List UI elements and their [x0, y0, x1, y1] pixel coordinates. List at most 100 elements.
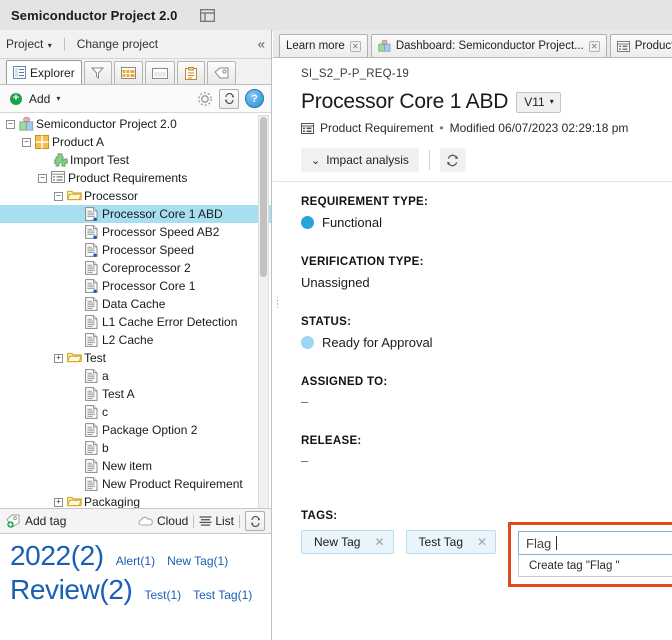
tab-product-requirement-label: Product Re — [635, 40, 672, 52]
plus-icon[interactable]: + — [10, 93, 22, 105]
field-tags: TAGS: New Tag ✕ Test Tag ✕ Flag — [301, 510, 672, 554]
tree-item-label: Coreprocessor 2 — [102, 261, 191, 275]
collapse-node-icon[interactable]: − — [38, 174, 47, 183]
cloud-view-button[interactable]: Cloud — [138, 514, 188, 528]
spacer — [301, 350, 672, 376]
requirements-icon — [301, 123, 314, 134]
puzzle-icon — [53, 153, 67, 167]
field-status: STATUS: Ready for Approval — [301, 316, 672, 350]
tree-item[interactable]: Processor Core 1 ABD — [0, 205, 271, 223]
tree-item-label: Data Cache — [102, 297, 165, 311]
tree-vertical-scrollbar[interactable] — [258, 115, 269, 510]
collapse-node-icon[interactable]: − — [6, 120, 15, 129]
layout-panel-icon[interactable] — [200, 9, 215, 22]
tab-learn-more[interactable]: Learn more ✕ — [279, 34, 368, 57]
field-verification-type: VERIFICATION TYPE: Unassigned — [301, 256, 672, 290]
help-icon[interactable]: ? — [245, 89, 264, 108]
cloud-tag-alert[interactable]: Alert(1) — [116, 554, 155, 568]
field-label: TAGS: — [301, 510, 672, 522]
tree-item[interactable]: −Product A — [0, 133, 271, 151]
doc-icon — [85, 423, 99, 437]
tab-tag[interactable] — [207, 61, 236, 84]
impact-analysis-label: Impact analysis — [326, 153, 409, 167]
refresh-button[interactable] — [440, 148, 466, 172]
requirement-id: SI_S2_P-P_REQ-19 — [301, 68, 672, 80]
tree-item[interactable]: −Processor — [0, 187, 271, 205]
doc-linked-icon — [85, 243, 99, 257]
tree-item[interactable]: c — [0, 403, 271, 421]
tree-item[interactable]: Data Cache — [0, 295, 271, 313]
project-menu[interactable]: Project ▾ — [0, 37, 58, 51]
list-view-button[interactable]: List — [199, 514, 234, 528]
version-dropdown[interactable]: V11 ▾ — [516, 92, 560, 113]
tree-item[interactable]: Import Test — [0, 151, 271, 169]
doc-icon — [85, 441, 99, 455]
tag-view-controls: Cloud List — [138, 509, 265, 533]
collapse-node-icon[interactable]: − — [54, 192, 63, 201]
field-value: Unassigned — [301, 275, 370, 290]
cloud-tag-2022[interactable]: 2022(2) — [10, 540, 104, 572]
tab-window[interactable] — [145, 61, 175, 84]
project-icon — [19, 117, 33, 131]
expand-node-icon[interactable]: + — [54, 498, 63, 507]
panel-splitter-handle[interactable]: ⋮⋮ — [273, 298, 277, 324]
collapse-panel-icon[interactable]: « — [258, 37, 263, 52]
scrollbar-thumb[interactable] — [260, 117, 267, 277]
chevron-down-icon[interactable]: ▾ — [56, 94, 60, 103]
cloud-tag-test-tag[interactable]: Test Tag(1) — [193, 588, 252, 602]
cloud-tag-review[interactable]: Review(2) — [10, 574, 132, 606]
tree-item-label: New item — [102, 459, 152, 473]
project-tree: −Semiconductor Project 2.0−Product AImpo… — [0, 113, 271, 526]
field-value: – — [301, 394, 672, 409]
tree-item[interactable]: Processor Core 1 — [0, 277, 271, 295]
tab-dashboard[interactable]: Dashboard: Semiconductor Project... ✕ — [371, 34, 607, 57]
close-icon[interactable]: ✕ — [350, 41, 361, 52]
create-tag-suggestion[interactable]: Create tag "Flag " — [518, 555, 672, 577]
list-icon — [199, 516, 212, 527]
tab-product-requirement[interactable]: Product Re — [610, 34, 672, 57]
tree-item[interactable]: New item — [0, 457, 271, 475]
tree-item[interactable]: Processor Speed AB2 — [0, 223, 271, 241]
tab-clipboard[interactable] — [177, 61, 205, 84]
tag-input[interactable]: Flag — [518, 531, 672, 555]
tree-item[interactable]: +Test — [0, 349, 271, 367]
expand-node-icon[interactable]: + — [54, 354, 63, 363]
tab-grid-table[interactable] — [114, 61, 143, 84]
divider — [193, 515, 194, 528]
change-project-button[interactable]: Change project — [71, 37, 164, 51]
tree-item[interactable]: Coreprocessor 2 — [0, 259, 271, 277]
clipboard-icon — [185, 67, 197, 80]
tag-chip-new-tag[interactable]: New Tag ✕ — [301, 530, 394, 554]
tab-explorer[interactable]: Explorer — [6, 60, 82, 84]
chevron-down-icon: ▾ — [550, 97, 554, 106]
remove-tag-icon[interactable]: ✕ — [374, 535, 384, 549]
tree-item[interactable]: L1 Cache Error Detection — [0, 313, 271, 331]
add-toolbar-right-icons: ? — [197, 89, 264, 109]
add-tag-button[interactable]: Add tag — [6, 514, 66, 528]
tree-item[interactable]: −Product Requirements — [0, 169, 271, 187]
add-button-label[interactable]: Add — [29, 92, 50, 106]
sync-icon[interactable] — [245, 511, 265, 531]
cloud-tag-test[interactable]: Test(1) — [144, 588, 181, 602]
sync-icon[interactable] — [219, 89, 239, 109]
tag-input-value: Flag — [526, 536, 551, 551]
tree-item[interactable]: a — [0, 367, 271, 385]
tree-item[interactable]: Processor Speed — [0, 241, 271, 259]
tree-item-label: L1 Cache Error Detection — [102, 315, 237, 329]
impact-analysis-button[interactable]: ⌄ Impact analysis — [301, 148, 419, 172]
tab-filter[interactable] — [84, 61, 112, 84]
close-icon[interactable]: ✕ — [589, 41, 600, 52]
gear-icon[interactable] — [197, 91, 213, 107]
tree-item[interactable]: Package Option 2 — [0, 421, 271, 439]
remove-tag-icon[interactable]: ✕ — [477, 535, 487, 549]
tree-item[interactable]: L2 Cache — [0, 331, 271, 349]
tree-item[interactable]: New Product Requirement — [0, 475, 271, 493]
tab-explorer-label: Explorer — [30, 66, 75, 80]
cloud-tag-new-tag[interactable]: New Tag(1) — [167, 554, 228, 568]
tree-item[interactable]: Test A — [0, 385, 271, 403]
tag-chip-test-tag[interactable]: Test Tag ✕ — [406, 530, 497, 554]
tree-item[interactable]: b — [0, 439, 271, 457]
tree-item[interactable]: −Semiconductor Project 2.0 — [0, 115, 271, 133]
collapse-node-icon[interactable]: − — [22, 138, 31, 147]
create-tag-suggestion-label: Create tag "Flag " — [529, 560, 620, 572]
